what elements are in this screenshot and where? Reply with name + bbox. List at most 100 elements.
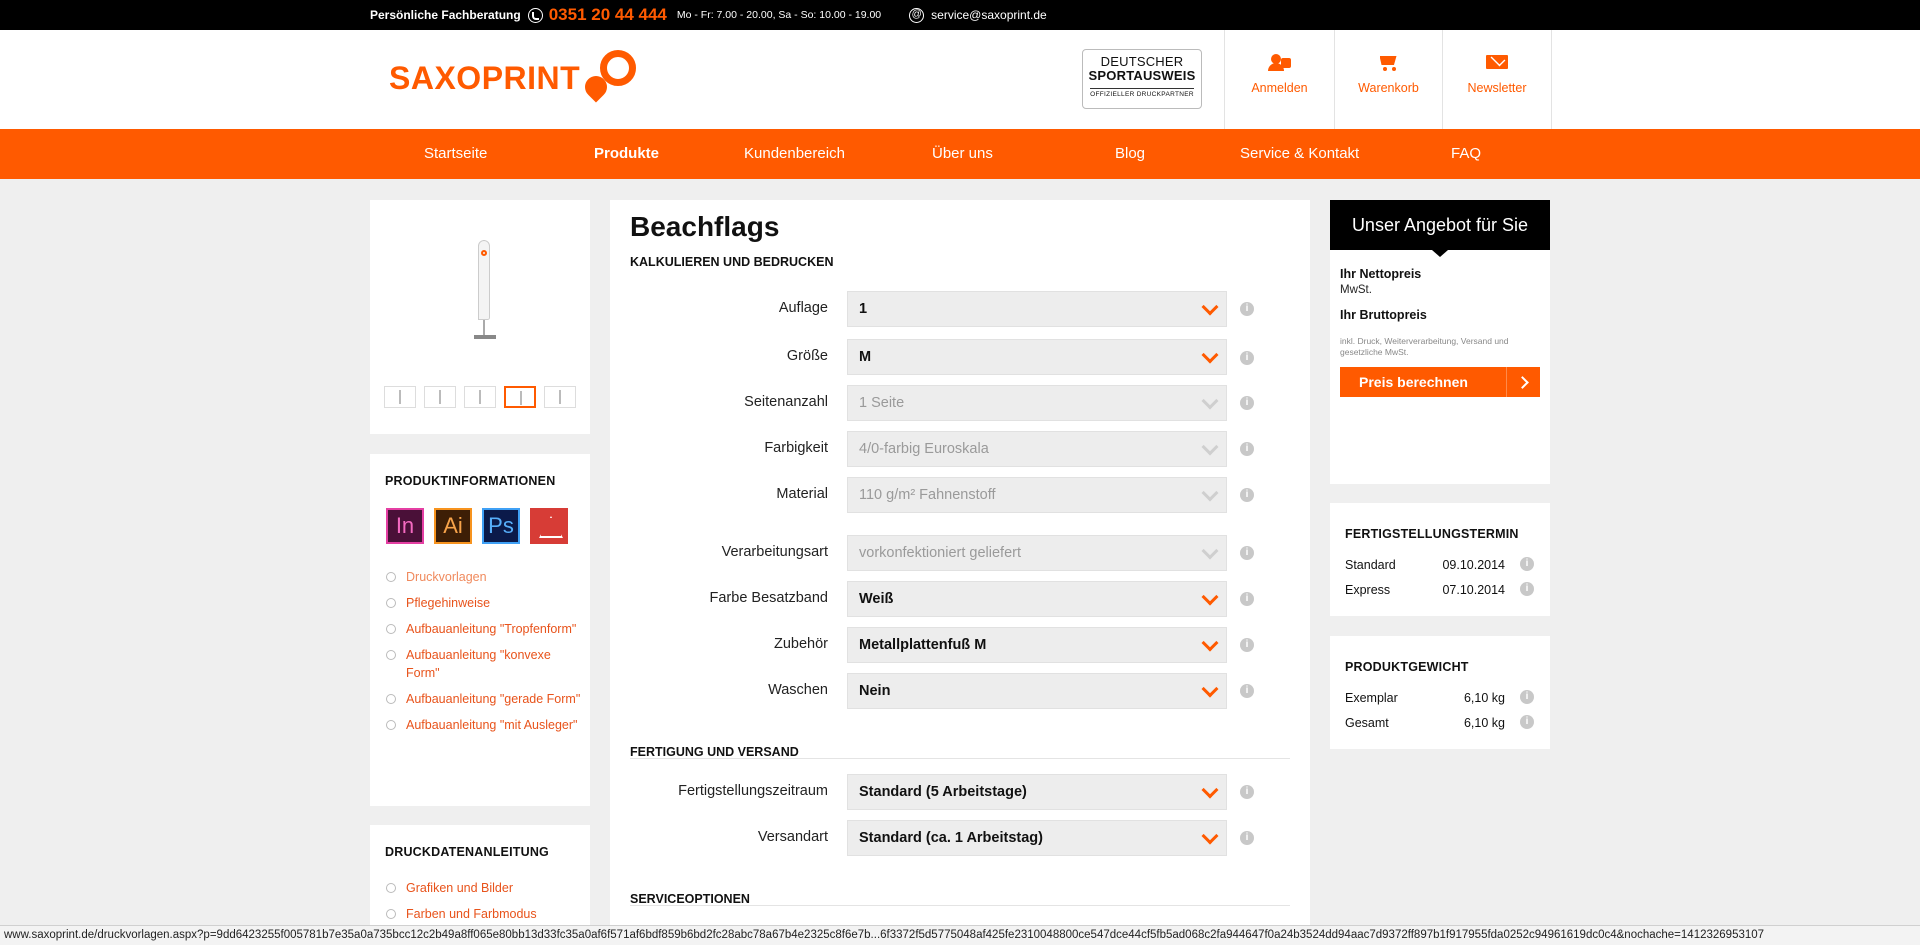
completion-date-title: FERTIGSTELLUNGSTERMIN — [1345, 527, 1519, 541]
select-waschen[interactable]: Nein — [847, 673, 1227, 709]
product-image-card — [370, 200, 590, 434]
info-icon-zubehoer[interactable]: i — [1240, 638, 1254, 652]
select-fertigstellungszeitraum[interactable]: Standard (5 Arbeitstage) — [847, 774, 1227, 810]
chevron-down-icon — [1201, 438, 1219, 456]
thumbnail-4-selected[interactable] — [504, 386, 536, 408]
logo-mark-icon — [580, 50, 637, 106]
label-groesse: Größe — [786, 348, 828, 364]
select-seitenanzahl: 1 Seite — [847, 385, 1227, 421]
gross-price-label: Ihr Bruttopreis — [1340, 308, 1427, 322]
thumbnail-5[interactable] — [544, 386, 576, 408]
select-farbigkeit-value: 4/0-farbig Euroskala — [859, 441, 989, 457]
link-farben-farbmodus[interactable]: Farben und Farbmodus — [386, 905, 581, 923]
calculate-price-label: Preis berechnen — [1359, 374, 1468, 390]
consultation-label: Persönliche Fachberatung — [370, 8, 521, 22]
info-icon-weight-total[interactable]: i — [1520, 715, 1534, 729]
newsletter-button[interactable]: Newsletter — [1442, 30, 1552, 129]
select-auflage[interactable]: 1 — [847, 291, 1227, 327]
link-pflegehinweise[interactable]: Pflegehinweise — [386, 594, 581, 612]
link-aufbau-konvexe-form[interactable]: Aufbauanleitung "konvexe Form" — [386, 646, 581, 682]
select-versandart[interactable]: Standard (ca. 1 Arbeitstag) — [847, 820, 1227, 856]
label-farbe-besatzband: Farbe Besatzband — [709, 590, 829, 606]
product-image[interactable] — [470, 240, 500, 340]
chevron-right-icon — [1506, 367, 1540, 397]
info-icon-verarbeitungsart[interactable]: i — [1240, 546, 1254, 560]
thumbnail-2[interactable] — [424, 386, 456, 408]
link-aufbau-gerade-form[interactable]: Aufbauanleitung "gerade Form" — [386, 690, 581, 708]
product-weight-title: PRODUKTGEWICHT — [1345, 660, 1469, 674]
select-verarbeitungsart-value: vorkonfektioniert geliefert — [859, 545, 1021, 561]
badge-line-3: OFFIZIELLER DRUCKPARTNER — [1090, 88, 1194, 98]
info-icon-groesse[interactable]: i — [1240, 351, 1254, 365]
cart-icon — [1377, 52, 1401, 72]
label-auflage: Auflage — [778, 300, 828, 316]
weight-copy-label: Exemplar — [1345, 691, 1398, 705]
label-fertigstellungszeitraum: Fertigstellungszeitraum — [678, 783, 828, 799]
info-icon-auflage[interactable]: i — [1240, 302, 1254, 316]
photoshop-icon[interactable]: Ps — [482, 508, 520, 544]
info-icon-seitenanzahl[interactable]: i — [1240, 396, 1254, 410]
select-seitenanzahl-value: 1 Seite — [859, 395, 905, 411]
page-title: Beachflags — [630, 211, 780, 242]
info-icon-farbigkeit[interactable]: i — [1240, 442, 1254, 456]
deadline-express-value: 07.10.2014 — [1442, 583, 1505, 597]
nav-item-service-kontakt[interactable]: Service & Kontakt — [1240, 129, 1359, 179]
service-email-link[interactable]: service@saxoprint.de — [931, 8, 1047, 22]
offer-title: Unser Angebot für Sie — [1330, 200, 1550, 257]
info-icon-weight-copy[interactable]: i — [1520, 690, 1534, 704]
calculate-price-button[interactable]: Preis berechnen — [1340, 367, 1540, 397]
chevron-down-icon — [1201, 680, 1219, 698]
browser-status-url: www.saxoprint.de/druckvorlagen.aspx?p=9d… — [0, 925, 1920, 945]
info-icon-waschen[interactable]: i — [1240, 684, 1254, 698]
label-seitenanzahl: Seitenanzahl — [744, 394, 828, 410]
section-service-options-title: SERVICEOPTIONEN — [630, 892, 750, 906]
nav-item-startseite[interactable]: Startseite — [424, 129, 487, 179]
cart-button[interactable]: Warenkorb — [1334, 30, 1442, 129]
info-icon-material[interactable]: i — [1240, 488, 1254, 502]
saxoprint-logo[interactable]: SAXO PRINT — [389, 48, 637, 108]
link-aufbau-tropfenform[interactable]: Aufbauanleitung "Tropfenform" — [386, 620, 581, 638]
badge-line-2: SPORTAUSWEIS — [1088, 68, 1196, 83]
nav-item-ueber-uns[interactable]: Über uns — [932, 129, 993, 179]
login-button[interactable]: Anmelden — [1224, 30, 1334, 129]
link-aufbau-mit-ausleger[interactable]: Aufbauanleitung "mit Ausleger" — [386, 716, 581, 734]
phone-number[interactable]: 0351 20 44 444 — [549, 5, 667, 25]
product-info-links: Druckvorlagen Pflegehinweise Aufbauanlei… — [386, 568, 581, 742]
logo-text-print: PRINT — [481, 59, 581, 96]
print-data-guide-links: Grafiken und Bilder Farben und Farbmodus — [386, 879, 581, 931]
info-icon-deadline-standard[interactable]: i — [1520, 557, 1534, 571]
label-versandart: Versandart — [757, 829, 828, 845]
vat-label: MwSt. — [1340, 284, 1372, 296]
select-waschen-value: Nein — [859, 683, 891, 699]
login-label: Anmelden — [1251, 81, 1308, 95]
net-price-label: Ihr Nettopreis — [1340, 267, 1422, 281]
phone-icon — [527, 7, 543, 23]
acrobat-icon[interactable] — [530, 508, 568, 544]
chevron-down-icon — [1201, 588, 1219, 606]
product-info-title: PRODUKTINFORMATIONEN — [385, 474, 556, 488]
weight-total-label: Gesamt — [1345, 716, 1389, 730]
indesign-icon[interactable]: In — [386, 508, 424, 544]
thumbnail-3[interactable] — [464, 386, 496, 408]
nav-item-blog[interactable]: Blog — [1115, 129, 1145, 179]
select-zubehoer[interactable]: Metallplattenfuß M — [847, 627, 1227, 663]
select-groesse[interactable]: M — [847, 339, 1227, 375]
nav-item-faq[interactable]: FAQ — [1451, 129, 1481, 179]
info-icon-farbe-besatzband[interactable]: i — [1240, 592, 1254, 606]
user-lock-icon — [1267, 52, 1292, 72]
offer-card: Unser Angebot für Sie Ihr Nettopreis MwS… — [1330, 200, 1550, 484]
illustrator-icon[interactable]: Ai — [434, 508, 472, 544]
sportausweis-badge[interactable]: DEUTSCHER SPORTAUSWEIS OFFIZIELLER DRUCK… — [1082, 49, 1202, 109]
thumbnail-1[interactable] — [384, 386, 416, 408]
info-icon-fertigstellungszeitraum[interactable]: i — [1240, 785, 1254, 799]
select-farbe-besatzband[interactable]: Weiß — [847, 581, 1227, 617]
chevron-down-icon — [1201, 392, 1219, 410]
link-grafiken-bilder[interactable]: Grafiken und Bilder — [386, 879, 581, 897]
info-icon-versandart[interactable]: i — [1240, 831, 1254, 845]
nav-item-kundenbereich[interactable]: Kundenbereich — [744, 129, 845, 179]
label-farbigkeit: Farbigkeit — [764, 440, 828, 456]
info-icon-deadline-express[interactable]: i — [1520, 582, 1534, 596]
nav-item-produkte[interactable]: Produkte — [594, 129, 659, 179]
select-zubehoer-value: Metallplattenfuß M — [859, 637, 987, 653]
link-druckvorlagen[interactable]: Druckvorlagen — [386, 568, 581, 586]
